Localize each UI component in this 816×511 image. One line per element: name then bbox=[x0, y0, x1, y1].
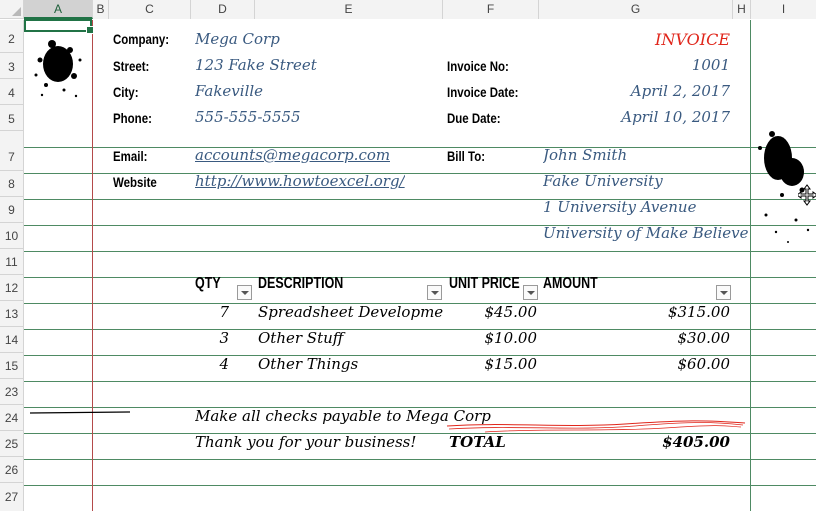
column-header-e[interactable]: E bbox=[255, 0, 443, 19]
bill-to-line[interactable]: John Smith bbox=[543, 146, 627, 164]
qty-cell[interactable]: 7 bbox=[195, 303, 229, 321]
due-date-label: Due Date: bbox=[447, 110, 501, 126]
amount-cell[interactable]: $315.00 bbox=[560, 303, 730, 321]
company-name[interactable]: Mega Corp bbox=[195, 30, 280, 48]
email-link[interactable]: accounts@megacorp.com bbox=[195, 146, 390, 164]
ink-splatter-icon bbox=[34, 40, 82, 98]
table-header-amount: AMOUNT bbox=[543, 275, 598, 292]
phone-label: Phone: bbox=[113, 110, 152, 126]
street-value[interactable]: 123 Fake Street bbox=[195, 56, 317, 74]
total-value[interactable]: $405.00 bbox=[560, 433, 730, 451]
row-header[interactable]: 14 bbox=[0, 327, 24, 353]
row-header[interactable]: 11 bbox=[0, 249, 24, 275]
row-header[interactable]: 4 bbox=[0, 79, 24, 105]
row-header[interactable]: 10 bbox=[0, 223, 24, 249]
row-header[interactable]: 7 bbox=[0, 131, 24, 171]
thank-you-note[interactable]: Thank you for your business! bbox=[195, 433, 416, 451]
due-date-value[interactable]: April 10, 2017 bbox=[560, 108, 730, 126]
move-cursor-icon bbox=[798, 184, 816, 206]
website-label: Website bbox=[113, 174, 157, 190]
ink-streak bbox=[30, 411, 130, 414]
table-header-description: DESCRIPTION bbox=[258, 275, 344, 292]
row-header[interactable]: 23 bbox=[0, 379, 24, 405]
column-header-g[interactable]: G bbox=[539, 0, 733, 19]
row-header[interactable]: 3 bbox=[0, 53, 24, 79]
invoice-number-value[interactable]: 1001 bbox=[560, 56, 730, 74]
filter-dropdown-icon[interactable] bbox=[716, 285, 731, 300]
row-header[interactable]: 8 bbox=[0, 171, 24, 197]
street-label: Street: bbox=[113, 58, 150, 74]
table-header-qty: QTY bbox=[195, 275, 221, 292]
row-header[interactable]: 24 bbox=[0, 405, 24, 431]
filter-dropdown-icon[interactable] bbox=[427, 285, 442, 300]
total-label: TOTAL bbox=[449, 433, 506, 451]
row-header[interactable]: 9 bbox=[0, 197, 24, 223]
invoice-date-label: Invoice Date: bbox=[447, 84, 519, 100]
bill-to-label: Bill To: bbox=[447, 148, 486, 164]
column-header-i[interactable]: I bbox=[751, 0, 816, 19]
row-header[interactable]: 27 bbox=[0, 483, 24, 511]
column-header-c[interactable]: C bbox=[109, 0, 191, 19]
invoice-date-value[interactable]: April 2, 2017 bbox=[560, 82, 730, 100]
row-header[interactable]: 25 bbox=[0, 431, 24, 457]
city-label: City: bbox=[113, 84, 139, 100]
row-header[interactable]: 2 bbox=[0, 20, 24, 53]
unit-price-cell[interactable]: $15.00 bbox=[449, 355, 538, 373]
amount-cell[interactable]: $60.00 bbox=[560, 355, 731, 373]
amount-cell[interactable]: $30.00 bbox=[560, 329, 731, 347]
city-value[interactable]: Fakeville bbox=[195, 82, 263, 100]
filter-dropdown-icon[interactable] bbox=[523, 285, 538, 300]
description-cell[interactable]: Spreadsheet Developmen bbox=[258, 303, 444, 321]
email-label: Email: bbox=[113, 148, 148, 164]
invoice-number-label: Invoice No: bbox=[447, 58, 509, 74]
column-header-f[interactable]: F bbox=[443, 0, 539, 19]
row-header[interactable]: 12 bbox=[0, 275, 24, 301]
bill-to-line[interactable]: Fake University bbox=[543, 172, 663, 190]
row-header[interactable]: 13 bbox=[0, 301, 24, 327]
row-header[interactable]: 5 bbox=[0, 105, 24, 131]
filter-dropdown-icon[interactable] bbox=[237, 285, 252, 300]
column-header-d[interactable]: D bbox=[191, 0, 255, 19]
phone-value[interactable]: 555-555-5555 bbox=[195, 108, 301, 126]
unit-price-cell[interactable]: $45.00 bbox=[449, 303, 538, 321]
table-header-unit-price: UNIT PRICE bbox=[449, 275, 520, 292]
description-cell[interactable]: Other Things bbox=[258, 355, 444, 373]
company-label: Company: bbox=[113, 31, 170, 47]
column-header-h[interactable]: H bbox=[733, 0, 751, 19]
qty-cell[interactable]: 4 bbox=[195, 355, 229, 373]
bill-to-line[interactable]: 1 University Avenue bbox=[543, 198, 696, 216]
invoice-title: INVOICE bbox=[655, 30, 730, 49]
qty-cell[interactable]: 3 bbox=[195, 329, 229, 347]
description-cell[interactable]: Other Stuff bbox=[258, 329, 444, 347]
column-header-b[interactable]: B bbox=[93, 0, 109, 19]
website-link[interactable]: http://www.howtoexcel.org/ bbox=[195, 172, 405, 190]
bill-to-line[interactable]: University of Make Believe bbox=[543, 224, 749, 242]
row-header[interactable]: 15 bbox=[0, 353, 24, 379]
column-header-a[interactable]: A bbox=[24, 0, 93, 19]
select-all-corner[interactable] bbox=[0, 0, 24, 19]
row-header[interactable]: 26 bbox=[0, 457, 24, 483]
unit-price-cell[interactable]: $10.00 bbox=[449, 329, 538, 347]
